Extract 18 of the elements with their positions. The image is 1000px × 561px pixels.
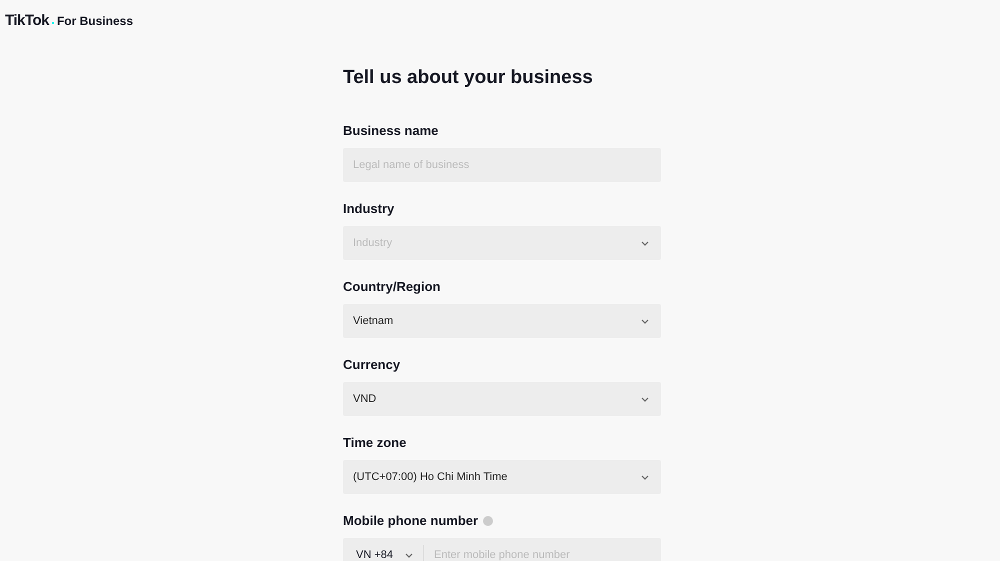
form-title: Tell us about your business: [343, 66, 594, 90]
field-label: Time zone: [343, 434, 406, 452]
field-label: Currency: [343, 356, 400, 374]
logo-wordmark[interactable]: TikTok: [5, 10, 49, 32]
select-dropdown[interactable]: VND: [343, 382, 661, 416]
chevron-down-icon: [641, 396, 649, 402]
chevron-down-icon: [405, 552, 413, 558]
field-label: Industry: [343, 200, 394, 218]
logo-suffix: For Business: [56, 13, 133, 30]
field-label: Mobile phone number: [343, 512, 478, 530]
field-label: Business name: [343, 122, 438, 140]
field-label: Country/Region: [343, 278, 440, 296]
select-dropdown[interactable]: (UTC+07:00) Ho Chi Minh Time: [343, 460, 661, 494]
select-dropdown[interactable]: Vietnam: [343, 304, 661, 338]
chevron-down-icon: [641, 318, 649, 324]
country-code-select[interactable]: VN +84: [343, 545, 424, 561]
chevron-down-icon: [641, 474, 649, 480]
chevron-down-icon: [641, 240, 649, 246]
